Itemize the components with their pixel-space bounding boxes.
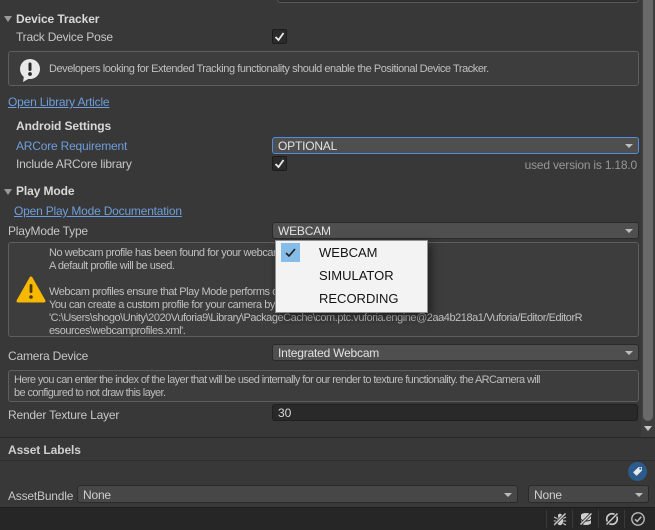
clipped-field-top[interactable] [277,0,639,3]
warning-triangle-icon [15,275,47,305]
chevron-down-icon [504,493,512,497]
arcore-version-note: used version is 1.18.0 [525,158,637,172]
section-header-android-settings: Android Settings [16,119,111,133]
section-header-device-tracker[interactable]: Device Tracker [16,12,99,26]
section-header-asset-labels: Asset Labels [8,443,81,457]
track-device-pose-label: Track Device Pose [16,30,113,44]
menu-item-simulator[interactable]: SIMULATOR [276,264,427,287]
playmode-type-value: WEBCAM [278,224,331,238]
asset-label-tag-button[interactable] [628,462,647,481]
assetbundle-label: AssetBundle [8,489,73,503]
menu-item-webcam[interactable]: WEBCAM [276,241,427,264]
render-layer-help-line-2: be configured to not draw this layer. [14,387,634,400]
scrollbar-down-arrow-icon[interactable] [644,426,652,431]
render-texture-layer-label: Render Texture Layer [8,408,119,422]
assetbundle-disabled-icon[interactable] [572,510,598,528]
assetbundle-variant-dropdown[interactable]: None [528,485,649,503]
warning-line-6: esources\webcamprofiles.xml'. [49,325,635,338]
open-library-article-link[interactable]: Open Library Article [8,95,109,109]
checkmark-icon [284,246,297,259]
camera-device-value: Integrated Webcam [278,346,379,360]
vertical-scrollbar[interactable] [641,0,655,437]
assetbundle-variant-value: None [534,488,562,502]
track-device-pose-checkbox[interactable] [272,29,287,44]
chevron-down-icon [625,144,633,148]
camera-device-dropdown[interactable]: Integrated Webcam [272,344,639,361]
arcore-requirement-dropdown[interactable]: OPTIONAL [272,137,639,154]
info-box-text: Developers looking for Extended Tracking… [49,63,489,76]
selected-check-highlight [281,243,300,262]
render-layer-help-line-1: Here you can enter the index of the laye… [14,374,634,387]
visibility-disabled-icon[interactable] [598,510,624,528]
playmode-type-label: PlayMode Type [8,224,88,238]
assetbundle-dropdown[interactable]: None [77,485,518,503]
warning-line-5: 'C:\Users\shogo\Unity\2020Vuforia9\Libra… [49,312,635,325]
section-header-play-mode[interactable]: Play Mode [16,184,74,198]
chevron-down-icon [625,351,633,355]
foldout-arrow-device-tracker[interactable] [4,16,12,22]
open-play-mode-doc-link[interactable]: Open Play Mode Documentation [14,204,182,218]
inspector-footer-bar [0,507,655,530]
chevron-down-icon [635,493,643,497]
menu-item-recording[interactable]: RECORDING [276,287,427,310]
info-bubble-icon [17,57,43,83]
bug-disabled-icon[interactable] [546,510,572,528]
checkmark-icon [273,30,286,43]
render-texture-layer-input[interactable] [272,404,638,421]
include-arcore-checkbox[interactable] [272,156,287,171]
checkmark-icon [273,157,286,170]
camera-device-label: Camera Device [8,349,88,363]
render-layer-help-box: Here you can enter the index of the laye… [8,370,639,402]
unity-inspector-panel: Device Tracker Track Device Pose Develop… [0,0,655,530]
include-arcore-label: Include ARCore library [16,157,132,171]
assetbundle-value: None [83,488,111,502]
divider [0,437,655,438]
divider [0,460,655,461]
playmode-type-open-menu: WEBCAM SIMULATOR RECORDING [275,240,428,313]
arcore-requirement-value: OPTIONAL [278,139,337,153]
arcore-requirement-label[interactable]: ARCore Requirement [16,139,127,153]
scrollbar-thumb[interactable] [643,0,653,421]
chevron-down-icon [625,229,633,233]
playmode-type-dropdown[interactable]: WEBCAM [272,222,639,239]
extended-tracking-info-box: Developers looking for Extended Tracking… [8,51,639,86]
tag-icon [632,466,643,477]
foldout-arrow-play-mode[interactable] [4,189,12,195]
check-circle-icon[interactable] [624,510,650,528]
